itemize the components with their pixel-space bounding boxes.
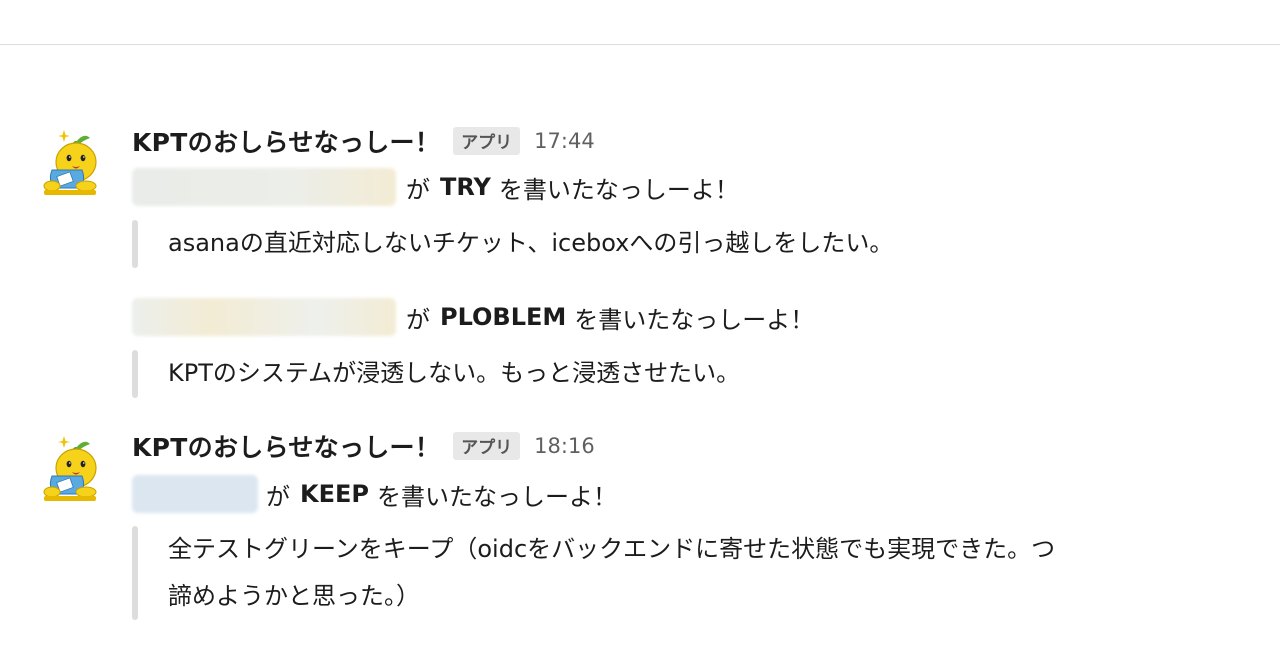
quote-block: 全テストグリーンをキープ（oidcをバックエンドに寄せた状態でも実現できた。つ …: [132, 526, 1280, 620]
funassyi-avatar-icon[interactable]: [36, 126, 102, 198]
quote-text: asanaの直近対応しないチケット、iceboxへの引っ越しをしたい。: [168, 229, 894, 257]
timestamp[interactable]: 18:16: [534, 434, 595, 458]
funassyi-avatar-icon[interactable]: [36, 432, 102, 504]
message-header: KPTのおしらせなっしー！ アプリ 17:44: [132, 124, 595, 158]
message-header: KPTのおしらせなっしー！ アプリ 18:16: [132, 429, 595, 463]
top-divider: [0, 44, 1280, 45]
quote-text-line: 全テストグリーンをキープ（oidcをバックエンドに寄せた状態でも実現できた。つ: [168, 535, 1056, 563]
post-category: PLOBLEM: [440, 303, 567, 331]
quote-block: KPTのシステムが浸透しない。もっと浸透させたい。: [132, 350, 1280, 398]
post-verb-prefix: が: [406, 175, 430, 204]
post-category: KEEP: [300, 480, 369, 508]
quote-text: 全テストグリーンをキープ（oidcをバックエンドに寄せた状態でも実現できた。つ …: [168, 526, 1280, 620]
post-line: が PLOBLEM を書いたなっしーよ！: [132, 298, 814, 336]
quote-text-line: 諦めようかと思った。）: [168, 582, 420, 610]
quote-block: asanaの直近対応しないチケット、iceboxへの引っ越しをしたい。: [132, 220, 1280, 268]
app-badge: アプリ: [453, 432, 521, 460]
redacted-user-mention[interactable]: [132, 475, 258, 513]
timestamp[interactable]: 17:44: [534, 129, 595, 153]
post-verb-suffix: を書いたなっしーよ！: [574, 305, 815, 334]
post-line: が TRY を書いたなっしーよ！: [132, 168, 739, 206]
post-verb-suffix: を書いたなっしーよ！: [376, 482, 617, 511]
sender-name[interactable]: KPTのおしらせなっしー！: [132, 428, 440, 464]
quote-bar: [132, 350, 138, 398]
post-verb-prefix: が: [406, 305, 430, 334]
redacted-user-mention[interactable]: [132, 298, 396, 336]
post-verb-suffix: を書いたなっしーよ！: [498, 175, 739, 204]
post-category: TRY: [440, 173, 491, 201]
post-verb-prefix: が: [266, 482, 290, 511]
quote-bar: [132, 526, 138, 620]
app-badge: アプリ: [453, 127, 521, 155]
redacted-user-mention[interactable]: [132, 168, 396, 206]
post-line: が KEEP を書いたなっしーよ！: [132, 475, 617, 513]
sender-name[interactable]: KPTのおしらせなっしー！: [132, 123, 440, 159]
quote-bar: [132, 220, 138, 268]
quote-text: KPTのシステムが浸透しない。もっと浸透させたい。: [168, 359, 741, 387]
